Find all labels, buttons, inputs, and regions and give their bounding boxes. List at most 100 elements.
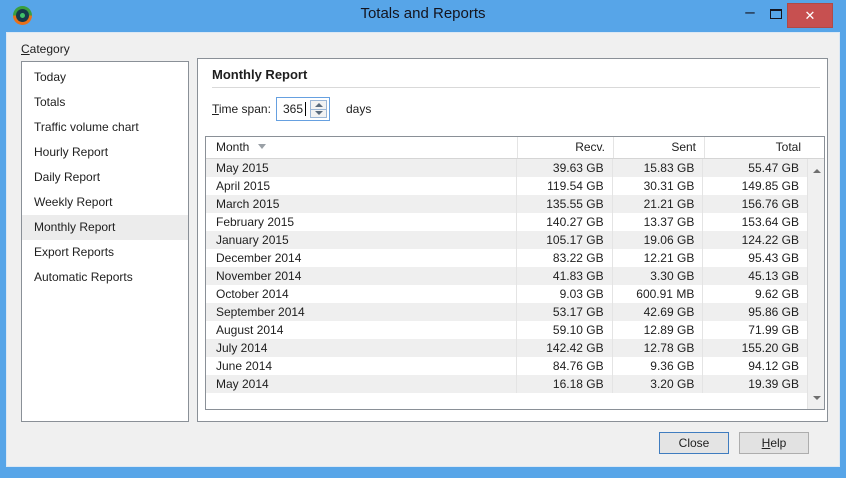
table-header: Month Recv. Sent Total: [206, 137, 824, 159]
table-cell: 84.76 GB: [517, 357, 613, 375]
sidebar-item-daily-report[interactable]: Daily Report: [22, 165, 188, 190]
table-row[interactable]: November 201441.83 GB3.30 GB45.13 GB: [206, 267, 807, 285]
scroll-down-icon[interactable]: [808, 389, 825, 406]
minimize-button[interactable]: –: [737, 0, 763, 28]
table-cell: 19.39 GB: [703, 375, 807, 393]
table-cell: 42.69 GB: [613, 303, 704, 321]
spin-down-icon[interactable]: [311, 110, 326, 118]
table-cell: August 2014: [206, 321, 517, 339]
table-row[interactable]: October 20149.03 GB600.91 MB9.62 GB: [206, 285, 807, 303]
table-cell: 124.22 GB: [703, 231, 807, 249]
heading-divider: [212, 87, 820, 88]
sidebar-item-totals[interactable]: Totals: [22, 90, 188, 115]
table-cell: May 2015: [206, 159, 517, 177]
spinner: [310, 100, 327, 118]
table-cell: 94.12 GB: [703, 357, 807, 375]
time-span-unit: days: [346, 102, 371, 116]
table-cell: 3.20 GB: [613, 375, 704, 393]
table-cell: 9.62 GB: [703, 285, 807, 303]
time-span-input[interactable]: 365: [277, 98, 305, 120]
table-cell: March 2015: [206, 195, 517, 213]
maximize-button[interactable]: [770, 9, 782, 19]
table-cell: 156.76 GB: [703, 195, 807, 213]
table-cell: 53.17 GB: [517, 303, 613, 321]
table-row[interactable]: December 201483.22 GB12.21 GB95.43 GB: [206, 249, 807, 267]
table-cell: 135.55 GB: [517, 195, 613, 213]
table-cell: July 2014: [206, 339, 517, 357]
table-cell: 12.78 GB: [613, 339, 704, 357]
table-cell: 142.42 GB: [517, 339, 613, 357]
table-row[interactable]: February 2015140.27 GB13.37 GB153.64 GB: [206, 213, 807, 231]
table-row[interactable]: August 201459.10 GB12.89 GB71.99 GB: [206, 321, 807, 339]
time-span-label: Time span:: [212, 102, 274, 116]
table-cell: 13.37 GB: [613, 213, 704, 231]
table-cell: 3.30 GB: [613, 267, 704, 285]
text-caret: [305, 102, 306, 116]
table-row[interactable]: July 2014142.42 GB12.78 GB155.20 GB: [206, 339, 807, 357]
sidebar-item-today[interactable]: Today: [22, 65, 188, 90]
sort-desc-icon: [258, 144, 266, 149]
sidebar-item-weekly-report[interactable]: Weekly Report: [22, 190, 188, 215]
table-cell: 9.36 GB: [613, 357, 704, 375]
table-cell: 30.31 GB: [613, 177, 704, 195]
sidebar-item-hourly-report[interactable]: Hourly Report: [22, 140, 188, 165]
window-title: Totals and Reports: [0, 5, 846, 22]
time-span-row: Time span: 365 days: [212, 96, 371, 122]
dialog-body: Category TodayTotalsTraffic volume chart…: [6, 32, 840, 467]
table-cell: 153.64 GB: [703, 213, 807, 231]
sidebar-item-traffic-volume-chart[interactable]: Traffic volume chart: [22, 115, 188, 140]
table-cell: February 2015: [206, 213, 517, 231]
table-cell: January 2015: [206, 231, 517, 249]
table-row[interactable]: May 201416.18 GB3.20 GB19.39 GB: [206, 375, 807, 393]
table-cell: 19.06 GB: [613, 231, 704, 249]
table-row[interactable]: September 201453.17 GB42.69 GB95.86 GB: [206, 303, 807, 321]
table-cell: 12.21 GB: [613, 249, 704, 267]
monthly-report-panel: Monthly Report Time span: 365 days Month: [197, 58, 828, 422]
table-cell: 39.63 GB: [517, 159, 613, 177]
table-cell: 59.10 GB: [517, 321, 613, 339]
spin-up-icon[interactable]: [311, 101, 326, 110]
table-cell: 600.91 MB: [613, 285, 704, 303]
scroll-up-icon[interactable]: [808, 162, 825, 179]
close-window-button[interactable]: ✕: [787, 3, 833, 28]
table-cell: 155.20 GB: [703, 339, 807, 357]
table-cell: 12.89 GB: [613, 321, 704, 339]
table-cell: 45.13 GB: [703, 267, 807, 285]
table-body: May 201539.63 GB15.83 GB55.47 GBApril 20…: [206, 159, 807, 393]
table-cell: 15.83 GB: [613, 159, 704, 177]
table-cell: May 2014: [206, 375, 517, 393]
table-cell: 105.17 GB: [517, 231, 613, 249]
column-header-total[interactable]: Total: [705, 137, 809, 158]
table-cell: 95.86 GB: [703, 303, 807, 321]
sidebar-item-export-reports[interactable]: Export Reports: [22, 240, 188, 265]
dialog-window: Totals and Reports – ✕ Category TodayTot…: [0, 0, 846, 478]
table-row[interactable]: April 2015119.54 GB30.31 GB149.85 GB: [206, 177, 807, 195]
close-button[interactable]: Close: [659, 432, 729, 454]
table-cell: 71.99 GB: [703, 321, 807, 339]
sidebar-item-monthly-report[interactable]: Monthly Report: [22, 215, 188, 240]
table-cell: 41.83 GB: [517, 267, 613, 285]
table-row[interactable]: January 2015105.17 GB19.06 GB124.22 GB: [206, 231, 807, 249]
column-header-sent[interactable]: Sent: [614, 137, 705, 158]
help-button[interactable]: Help: [739, 432, 809, 454]
column-header-recv[interactable]: Recv.: [518, 137, 614, 158]
table-cell: October 2014: [206, 285, 517, 303]
table-cell: 55.47 GB: [703, 159, 807, 177]
table-cell: September 2014: [206, 303, 517, 321]
time-span-spinbox[interactable]: 365: [276, 97, 330, 121]
titlebar: Totals and Reports – ✕: [0, 0, 846, 32]
table-cell: 83.22 GB: [517, 249, 613, 267]
table-cell: 140.27 GB: [517, 213, 613, 231]
table-row[interactable]: March 2015135.55 GB21.21 GB156.76 GB: [206, 195, 807, 213]
sidebar-item-automatic-reports[interactable]: Automatic Reports: [22, 265, 188, 290]
table-cell: June 2014: [206, 357, 517, 375]
table-row[interactable]: May 201539.63 GB15.83 GB55.47 GB: [206, 159, 807, 177]
table-cell: November 2014: [206, 267, 517, 285]
category-listbox: TodayTotalsTraffic volume chartHourly Re…: [21, 61, 189, 422]
table-row[interactable]: June 201484.76 GB9.36 GB94.12 GB: [206, 357, 807, 375]
monthly-report-table: Month Recv. Sent Total May 201539.63 GB1…: [205, 136, 825, 410]
table-cell: 95.43 GB: [703, 249, 807, 267]
column-header-month[interactable]: Month: [206, 137, 518, 158]
vertical-scrollbar[interactable]: [807, 159, 824, 409]
panel-heading: Monthly Report: [212, 67, 307, 82]
